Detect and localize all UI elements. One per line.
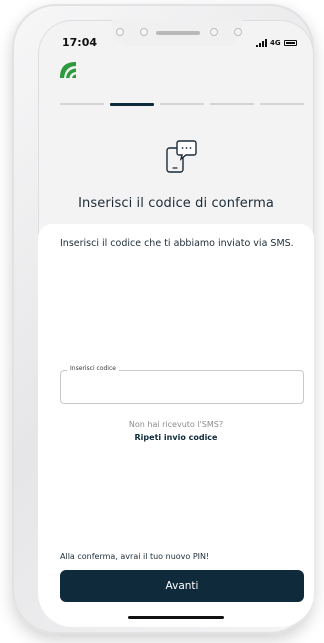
sensor-icon — [210, 28, 218, 36]
status-indicators: 4G — [256, 39, 297, 47]
leaf-logo-icon — [60, 62, 76, 78]
not-received-text: Non hai ricevuto l'SMS? — [128, 420, 224, 429]
network-type: 4G — [270, 39, 281, 47]
next-button[interactable]: Avanti — [60, 570, 304, 602]
camera-icon — [234, 28, 242, 36]
progress-step — [260, 103, 304, 105]
phone-frame: 17:04 4G Inserisci il codice di conferma… — [12, 4, 314, 634]
progress-step — [210, 103, 254, 105]
instruction-text: Inserisci il codice che ti abbiamo invia… — [60, 238, 294, 249]
confirm-note: Alla conferma, avrai il tuo nuovo PIN! — [60, 552, 210, 561]
sensor-icon — [116, 28, 124, 36]
code-field[interactable]: Inserisci codice — [60, 365, 304, 404]
form-card: Inserisci il codice che ti abbiamo invia… — [38, 224, 314, 627]
code-input[interactable] — [69, 379, 295, 397]
progress-step — [160, 103, 204, 105]
speaker-grille — [156, 31, 200, 35]
phone-screen: 17:04 4G Inserisci il codice di conferma… — [38, 20, 314, 627]
code-field-label: Inserisci codice — [67, 365, 119, 372]
sensor-icon — [140, 28, 148, 36]
sms-chat-icon — [166, 140, 197, 173]
page-title: Inserisci il codice di conferma — [78, 196, 274, 211]
signal-icon — [256, 39, 267, 47]
resend-code-link[interactable]: Ripeti invio codice — [38, 433, 314, 442]
phone-notch — [112, 20, 242, 46]
step-progress — [60, 103, 304, 106]
status-time: 17:04 — [62, 36, 98, 49]
progress-step-current — [110, 103, 154, 106]
progress-step — [60, 103, 104, 105]
home-indicator[interactable] — [128, 616, 224, 619]
battery-icon — [283, 40, 297, 46]
